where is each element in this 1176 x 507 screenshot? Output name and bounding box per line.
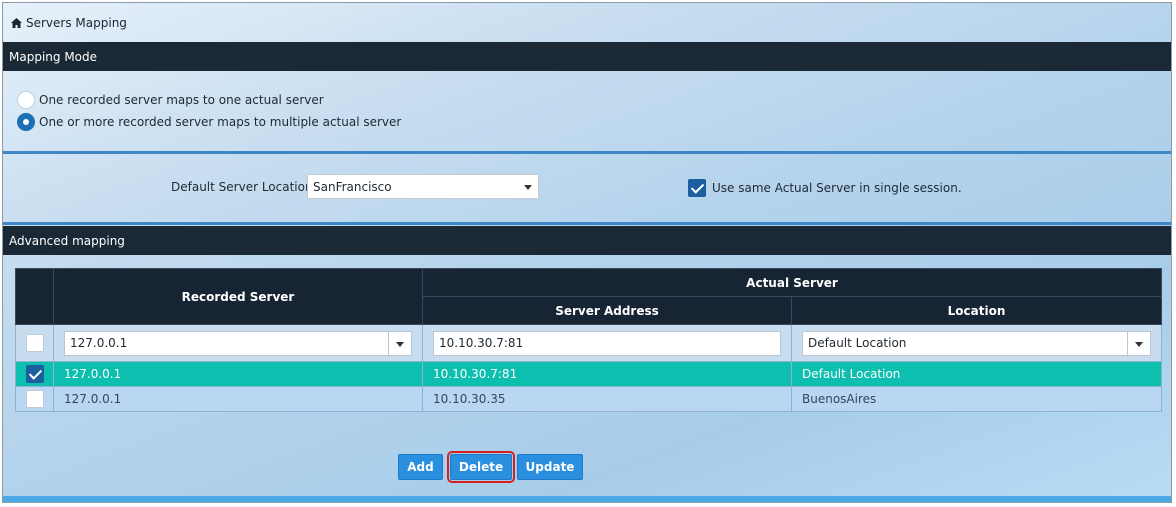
titlebar: Servers Mapping <box>3 3 1171 43</box>
table-row[interactable]: 127.0.0.1 10.10.30.35 BuenosAires <box>15 386 1162 412</box>
advanced-mapping-header: Advanced mapping <box>3 226 1171 255</box>
update-button[interactable]: Update <box>517 454 583 480</box>
row-select-cell <box>15 324 54 362</box>
location-cell: Default Location <box>791 324 1162 362</box>
row-select-cell <box>15 386 54 412</box>
column-header-server-address: Server Address <box>422 296 792 325</box>
location-value: Default Location <box>808 336 907 350</box>
mapping-table: Recorded Server Actual Server Server Add… <box>15 268 1162 412</box>
server-address-cell: 10.10.30.7:81 <box>422 324 792 362</box>
location-cell: Default Location <box>791 361 1162 387</box>
radio-option-many-to-many[interactable]: One or more recorded server maps to mult… <box>17 113 401 131</box>
section-divider <box>3 151 1171 154</box>
location-select[interactable]: Default Location <box>802 330 1151 356</box>
chevron-down-icon[interactable] <box>388 331 411 355</box>
table-row[interactable]: 127.0.0.1 10.10.30.7:81 Default Location <box>15 361 1162 387</box>
delete-button[interactable]: Delete <box>447 451 515 483</box>
recorded-server-cell: 127.0.0.1 <box>53 361 423 387</box>
add-button[interactable]: Add <box>398 454 443 480</box>
default-location-value: SanFrancisco <box>313 179 392 194</box>
select-column-header <box>15 268 54 325</box>
column-header-recorded-server: Recorded Server <box>53 268 423 325</box>
radio-label-many-to-many: One or more recorded server maps to mult… <box>39 115 402 129</box>
default-location-select[interactable]: SanFrancisco <box>307 174 539 199</box>
radio-label-one-to-one: One recorded server maps to one actual s… <box>39 93 324 107</box>
server-address-value: 10.10.30.7:81 <box>439 336 524 350</box>
location-cell: BuenosAires <box>791 386 1162 412</box>
radio-button-unselected[interactable] <box>17 91 35 109</box>
server-address-cell: 10.10.30.7:81 <box>422 361 792 387</box>
row-checkbox[interactable] <box>26 390 44 408</box>
chevron-down-icon <box>524 184 532 190</box>
page-title: Servers Mapping <box>26 16 127 30</box>
chevron-down-icon[interactable] <box>1127 331 1150 355</box>
radio-option-one-to-one[interactable]: One recorded server maps to one actual s… <box>17 91 324 109</box>
recorded-server-cell: 127.0.0.1 <box>53 324 423 362</box>
server-address-input[interactable]: 10.10.30.7:81 <box>433 330 781 356</box>
column-header-location: Location <box>791 296 1162 325</box>
row-checkbox[interactable] <box>26 365 44 383</box>
recorded-server-value: 127.0.0.1 <box>70 336 128 350</box>
mapping-mode-header: Mapping Mode <box>3 42 1171 71</box>
radio-button-selected[interactable] <box>17 113 35 131</box>
column-header-actual-server: Actual Server <box>422 268 1162 297</box>
recorded-server-select[interactable]: 127.0.0.1 <box>64 330 412 356</box>
same-server-label: Use same Actual Server in single session… <box>712 181 962 195</box>
table-row-edit: 127.0.0.1 10.10.30.7:81 Default Location <box>15 324 1162 362</box>
server-address-cell: 10.10.30.35 <box>422 386 792 412</box>
recorded-server-cell: 127.0.0.1 <box>53 386 423 412</box>
home-icon <box>11 18 22 28</box>
section-divider <box>3 222 1171 225</box>
row-select-cell <box>15 361 54 387</box>
default-location-label: Default Server Location <box>171 180 313 194</box>
same-server-checkbox[interactable] <box>688 179 706 197</box>
footer-bar <box>3 496 1171 502</box>
servers-mapping-panel: Servers Mapping Mapping Mode One recorde… <box>2 2 1172 503</box>
row-checkbox[interactable] <box>26 334 44 352</box>
